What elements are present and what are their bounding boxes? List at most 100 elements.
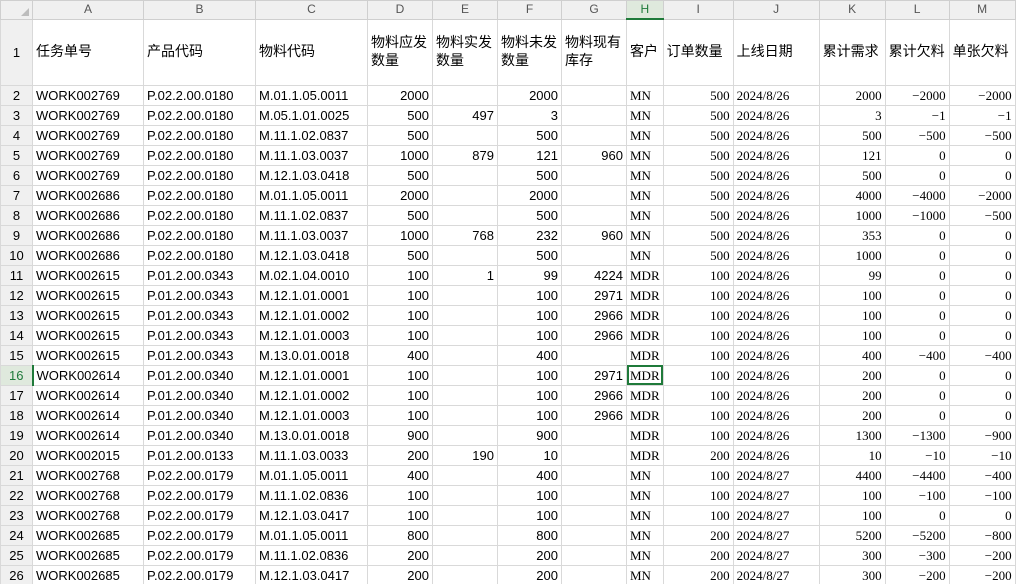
table-cell[interactable]: 2024/8/26: [732, 224, 820, 246]
table-cell[interactable]: 100: [662, 304, 734, 326]
table-cell[interactable]: −100: [884, 484, 950, 506]
table-cell[interactable]: 1300: [818, 424, 886, 446]
row-header[interactable]: 9: [0, 224, 33, 246]
table-cell[interactable]: 2024/8/26: [732, 384, 820, 406]
table-cell[interactable]: 500: [497, 244, 562, 266]
table-cell[interactable]: MDR: [626, 384, 664, 406]
table-cell[interactable]: 3: [497, 104, 562, 126]
table-cell[interactable]: 100: [497, 364, 562, 386]
table-cell[interactable]: M.12.1.01.0001: [255, 364, 368, 386]
table-cell[interactable]: 100: [497, 484, 562, 506]
table-cell[interactable]: MDR: [626, 364, 664, 386]
table-cell[interactable]: MN: [626, 464, 664, 486]
table-cell[interactable]: [561, 444, 627, 466]
header-cell[interactable]: 物料代码: [255, 18, 368, 86]
table-cell[interactable]: MDR: [626, 404, 664, 426]
table-cell[interactable]: 121: [818, 144, 886, 166]
table-cell[interactable]: 100: [662, 464, 734, 486]
table-cell[interactable]: P.02.2.00.0180: [143, 104, 256, 126]
row-header[interactable]: 26: [0, 564, 33, 584]
table-cell[interactable]: 2024/8/26: [732, 244, 820, 266]
table-cell[interactable]: P.01.2.00.0340: [143, 424, 256, 446]
table-cell[interactable]: 500: [818, 164, 886, 186]
table-cell[interactable]: [561, 424, 627, 446]
table-cell[interactable]: 500: [662, 84, 734, 106]
table-cell[interactable]: 800: [497, 524, 562, 546]
column-header-g[interactable]: G: [561, 0, 627, 20]
table-cell[interactable]: MN: [626, 144, 664, 166]
column-header-m[interactable]: M: [948, 0, 1016, 20]
table-cell[interactable]: −4000: [884, 184, 950, 206]
table-cell[interactable]: P.01.2.00.0133: [143, 444, 256, 466]
table-cell[interactable]: 200: [662, 544, 734, 566]
table-cell[interactable]: 4000: [818, 184, 886, 206]
table-cell[interactable]: 0: [948, 144, 1016, 166]
table-cell[interactable]: WORK002768: [32, 504, 144, 526]
header-cell[interactable]: 物料现有库存: [561, 18, 627, 86]
table-cell[interactable]: P.02.2.00.0180: [143, 84, 256, 106]
table-cell[interactable]: 500: [662, 124, 734, 146]
table-cell[interactable]: −1: [948, 104, 1016, 126]
table-cell[interactable]: P.02.2.00.0180: [143, 124, 256, 146]
table-cell[interactable]: 2024/8/26: [732, 344, 820, 366]
table-cell[interactable]: [561, 164, 627, 186]
table-cell[interactable]: 500: [367, 124, 433, 146]
table-cell[interactable]: M.12.1.01.0003: [255, 324, 368, 346]
table-cell[interactable]: −300: [884, 544, 950, 566]
row-header[interactable]: 3: [0, 104, 33, 126]
table-cell[interactable]: 2024/8/26: [732, 84, 820, 106]
table-cell[interactable]: 200: [367, 544, 433, 566]
table-cell[interactable]: 0: [948, 164, 1016, 186]
table-cell[interactable]: 200: [497, 544, 562, 566]
table-cell[interactable]: WORK002685: [32, 564, 144, 584]
header-cell[interactable]: 任务单号: [32, 18, 144, 86]
table-cell[interactable]: 2024/8/26: [732, 144, 820, 166]
table-cell[interactable]: −1: [884, 104, 950, 126]
table-cell[interactable]: 100: [662, 284, 734, 306]
table-cell[interactable]: 100: [662, 324, 734, 346]
table-cell[interactable]: M.05.1.01.0025: [255, 104, 368, 126]
table-cell[interactable]: [561, 344, 627, 366]
table-cell[interactable]: 353: [818, 224, 886, 246]
row-header[interactable]: 4: [0, 124, 33, 146]
column-header-j[interactable]: J: [732, 0, 820, 20]
table-cell[interactable]: P.02.2.00.0180: [143, 144, 256, 166]
table-cell[interactable]: 100: [497, 404, 562, 426]
table-cell[interactable]: 400: [497, 344, 562, 366]
table-cell[interactable]: 500: [662, 204, 734, 226]
table-cell[interactable]: [432, 404, 498, 426]
table-cell[interactable]: −200: [948, 564, 1016, 584]
table-cell[interactable]: [432, 84, 498, 106]
table-cell[interactable]: M.12.1.03.0417: [255, 504, 368, 526]
table-cell[interactable]: MN: [626, 244, 664, 266]
table-cell[interactable]: 100: [367, 404, 433, 426]
row-header[interactable]: 6: [0, 164, 33, 186]
header-cell[interactable]: 客户: [626, 18, 664, 86]
table-cell[interactable]: P.02.2.00.0179: [143, 484, 256, 506]
table-cell[interactable]: 100: [662, 384, 734, 406]
table-cell[interactable]: MN: [626, 104, 664, 126]
table-cell[interactable]: 100: [662, 364, 734, 386]
column-header-k[interactable]: K: [818, 0, 886, 20]
table-cell[interactable]: M.11.1.02.0837: [255, 204, 368, 226]
table-cell[interactable]: 2966: [561, 324, 627, 346]
table-cell[interactable]: P.01.2.00.0340: [143, 364, 256, 386]
table-cell[interactable]: [432, 204, 498, 226]
table-cell[interactable]: 2000: [497, 184, 562, 206]
row-header[interactable]: 12: [0, 284, 33, 306]
table-cell[interactable]: 500: [662, 224, 734, 246]
table-cell[interactable]: P.01.2.00.0343: [143, 304, 256, 326]
table-cell[interactable]: 2971: [561, 284, 627, 306]
table-cell[interactable]: 100: [367, 384, 433, 406]
table-cell[interactable]: WORK002615: [32, 324, 144, 346]
table-cell[interactable]: [561, 204, 627, 226]
row-header[interactable]: 17: [0, 384, 33, 406]
table-cell[interactable]: 10: [497, 444, 562, 466]
table-cell[interactable]: 300: [818, 544, 886, 566]
table-cell[interactable]: 900: [367, 424, 433, 446]
table-cell[interactable]: M.01.1.05.0011: [255, 464, 368, 486]
table-cell[interactable]: 1000: [818, 244, 886, 266]
table-cell[interactable]: 0: [884, 284, 950, 306]
table-cell[interactable]: 232: [497, 224, 562, 246]
table-cell[interactable]: 200: [662, 564, 734, 584]
